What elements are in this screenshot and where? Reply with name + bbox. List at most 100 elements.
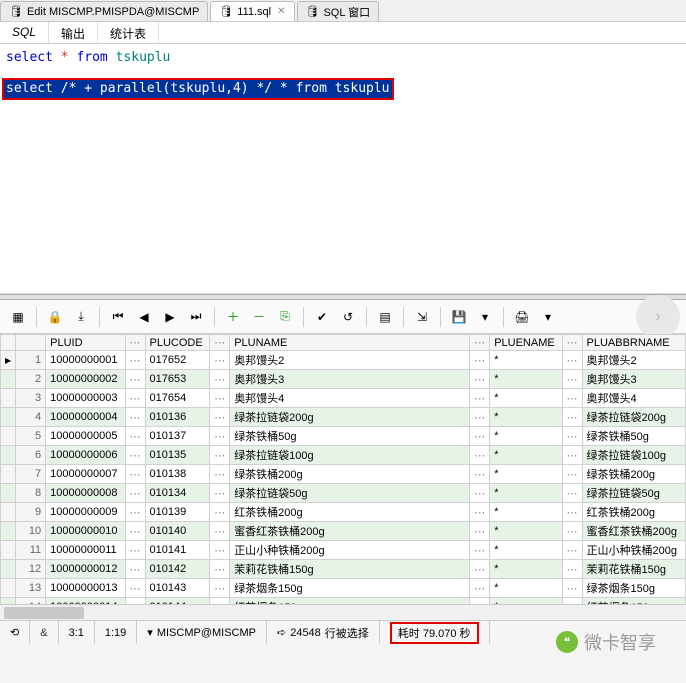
table-row[interactable]: 1210000000012⋯010142⋯茉莉花铁桶150g⋯*⋯茉莉花铁桶15… bbox=[1, 560, 686, 579]
status-amp[interactable]: & bbox=[30, 621, 58, 644]
subtab-sql[interactable]: SQL bbox=[0, 22, 49, 43]
sql-editor[interactable]: select * from tskuplu select /* + parall… bbox=[0, 44, 686, 294]
cell-pluename[interactable]: * bbox=[490, 541, 562, 560]
delete-row-button[interactable]: － bbox=[247, 305, 271, 329]
cell-pluid[interactable]: 10000000003 bbox=[46, 389, 125, 408]
cell-more[interactable]: ⋯ bbox=[210, 351, 230, 370]
prev-button[interactable]: ◀ bbox=[132, 305, 156, 329]
cell-more[interactable]: ⋯ bbox=[562, 560, 582, 579]
cell-pluabbr[interactable]: 绿茶拉链袋50g bbox=[582, 484, 686, 503]
table-row[interactable]: 1310000000013⋯010143⋯绿茶烟条150g⋯*⋯绿茶烟条150g bbox=[1, 579, 686, 598]
next-button[interactable]: ▶ bbox=[158, 305, 182, 329]
last-button[interactable]: ⏭ bbox=[184, 305, 208, 329]
col-pluid[interactable]: PLUID bbox=[46, 335, 125, 351]
results-grid[interactable]: PLUID ⋯ PLUCODE ⋯ PLUNAME ⋯ PLUENAME ⋯ P… bbox=[0, 334, 686, 604]
cell-more[interactable]: ⋯ bbox=[470, 446, 490, 465]
col-plucode[interactable]: PLUCODE bbox=[145, 335, 210, 351]
cell-pluabbr[interactable]: 奥邦馒头4 bbox=[582, 389, 686, 408]
cell-pluname[interactable]: 绿茶铁桶50g bbox=[230, 427, 470, 446]
cell-more[interactable]: ⋯ bbox=[125, 465, 145, 484]
tab-sql-window[interactable]: 🛢 SQL 窗口 bbox=[297, 1, 380, 21]
export-button[interactable]: ⇲ bbox=[410, 305, 434, 329]
table-row[interactable]: 410000000004⋯010136⋯绿茶拉链袋200g⋯*⋯绿茶拉链袋200… bbox=[1, 408, 686, 427]
add-row-button[interactable]: ＋ bbox=[221, 305, 245, 329]
cell-pluabbr[interactable]: 绿茶铁桶200g bbox=[582, 465, 686, 484]
cell-pluid[interactable]: 10000000013 bbox=[46, 579, 125, 598]
cell-pluabbr[interactable]: 奥邦馒头2 bbox=[582, 351, 686, 370]
cell-plucode[interactable]: 010142 bbox=[145, 560, 210, 579]
subtab-stats[interactable]: 统计表 bbox=[98, 22, 159, 43]
cell-pluid[interactable]: 10000000005 bbox=[46, 427, 125, 446]
print-button[interactable]: 🖨 bbox=[510, 305, 534, 329]
cell-more[interactable]: ⋯ bbox=[125, 389, 145, 408]
cell-more[interactable]: ⋯ bbox=[210, 370, 230, 389]
cell-pluid[interactable]: 10000000010 bbox=[46, 522, 125, 541]
cell-more[interactable]: ⋯ bbox=[210, 579, 230, 598]
table-row[interactable]: 510000000005⋯010137⋯绿茶铁桶50g⋯*⋯绿茶铁桶50g bbox=[1, 427, 686, 446]
rollback-button[interactable]: ↺ bbox=[336, 305, 360, 329]
cell-more[interactable]: ⋯ bbox=[562, 503, 582, 522]
cell-more[interactable]: ⋯ bbox=[562, 389, 582, 408]
cell-plucode[interactable]: 017653 bbox=[145, 370, 210, 389]
table-row[interactable]: 610000000006⋯010135⋯绿茶拉链袋100g⋯*⋯绿茶拉链袋100… bbox=[1, 446, 686, 465]
cell-more[interactable]: ⋯ bbox=[562, 408, 582, 427]
scrollbar-thumb[interactable] bbox=[4, 607, 84, 619]
cell-pluname[interactable]: 绿茶烟条150g bbox=[230, 579, 470, 598]
cell-pluname[interactable]: 绿茶铁桶200g bbox=[230, 465, 470, 484]
cell-pluename[interactable]: * bbox=[490, 427, 562, 446]
cell-more[interactable]: ⋯ bbox=[210, 541, 230, 560]
cell-more[interactable]: ⋯ bbox=[562, 541, 582, 560]
cell-pluabbr[interactable]: 正山小种铁桶200g bbox=[582, 541, 686, 560]
cell-pluename[interactable]: * bbox=[490, 522, 562, 541]
commit-button[interactable]: ✔ bbox=[310, 305, 334, 329]
cell-pluname[interactable]: 奥邦馒头4 bbox=[230, 389, 470, 408]
save-button[interactable]: 💾 bbox=[447, 305, 471, 329]
cell-more[interactable]: ⋯ bbox=[210, 484, 230, 503]
cell-more[interactable]: ⋯ bbox=[562, 579, 582, 598]
cell-plucode[interactable]: 010139 bbox=[145, 503, 210, 522]
selected-sql-text[interactable]: select /* + parallel(tskuplu,4) */ * fro… bbox=[4, 80, 392, 98]
cell-pluename[interactable]: * bbox=[490, 465, 562, 484]
cell-more[interactable]: ⋯ bbox=[125, 503, 145, 522]
cell-more[interactable]: ⋯ bbox=[125, 446, 145, 465]
filter-button[interactable]: ▤ bbox=[373, 305, 397, 329]
cell-more[interactable]: ⋯ bbox=[125, 370, 145, 389]
cell-more[interactable]: ⋯ bbox=[210, 465, 230, 484]
status-connection[interactable]: ▾ MISCMP@MISCMP bbox=[137, 621, 267, 644]
fetch-button[interactable]: ⤓ bbox=[69, 305, 93, 329]
cell-more[interactable]: ⋯ bbox=[125, 351, 145, 370]
cell-more[interactable]: ⋯ bbox=[210, 408, 230, 427]
cell-more[interactable]: ⋯ bbox=[125, 541, 145, 560]
cell-pluabbr[interactable]: 绿茶拉链袋200g bbox=[582, 408, 686, 427]
cell-more[interactable]: ⋯ bbox=[125, 522, 145, 541]
table-row[interactable]: 110000000001⋯017652⋯奥邦馒头2⋯*⋯奥邦馒头2 bbox=[1, 351, 686, 370]
cell-plucode[interactable]: 017652 bbox=[145, 351, 210, 370]
table-row[interactable]: 910000000009⋯010139⋯红茶铁桶200g⋯*⋯红茶铁桶200g bbox=[1, 503, 686, 522]
cell-pluename[interactable]: * bbox=[490, 370, 562, 389]
cell-more[interactable]: ⋯ bbox=[125, 427, 145, 446]
cell-pluid[interactable]: 10000000011 bbox=[46, 541, 125, 560]
horizontal-scrollbar[interactable] bbox=[0, 604, 686, 620]
cell-plucode[interactable]: 010134 bbox=[145, 484, 210, 503]
cell-more[interactable]: ⋯ bbox=[125, 560, 145, 579]
cell-pluid[interactable]: 10000000008 bbox=[46, 484, 125, 503]
cell-more[interactable]: ⋯ bbox=[210, 389, 230, 408]
cell-pluname[interactable]: 绿茶拉链袋200g bbox=[230, 408, 470, 427]
cell-pluid[interactable]: 10000000001 bbox=[46, 351, 125, 370]
col-rownum[interactable] bbox=[16, 335, 46, 351]
first-button[interactable]: ⏮ bbox=[106, 305, 130, 329]
cell-pluname[interactable]: 红茶铁桶200g bbox=[230, 503, 470, 522]
grid-mode-button[interactable]: ▦ bbox=[6, 305, 30, 329]
cell-pluename[interactable]: * bbox=[490, 484, 562, 503]
cell-more[interactable]: ⋯ bbox=[470, 541, 490, 560]
save-menu-button[interactable]: ▾ bbox=[473, 305, 497, 329]
status-nav[interactable]: ⟲ bbox=[0, 621, 30, 644]
cell-pluabbr[interactable]: 绿茶铁桶50g bbox=[582, 427, 686, 446]
cell-plucode[interactable]: 010140 bbox=[145, 522, 210, 541]
print-menu-button[interactable]: ▾ bbox=[536, 305, 560, 329]
dup-row-button[interactable]: ⎘ bbox=[273, 305, 297, 329]
cell-pluename[interactable]: * bbox=[490, 579, 562, 598]
close-icon[interactable]: ✕ bbox=[277, 6, 285, 17]
cell-pluabbr[interactable]: 奥邦馒头3 bbox=[582, 370, 686, 389]
cell-more[interactable]: ⋯ bbox=[470, 465, 490, 484]
